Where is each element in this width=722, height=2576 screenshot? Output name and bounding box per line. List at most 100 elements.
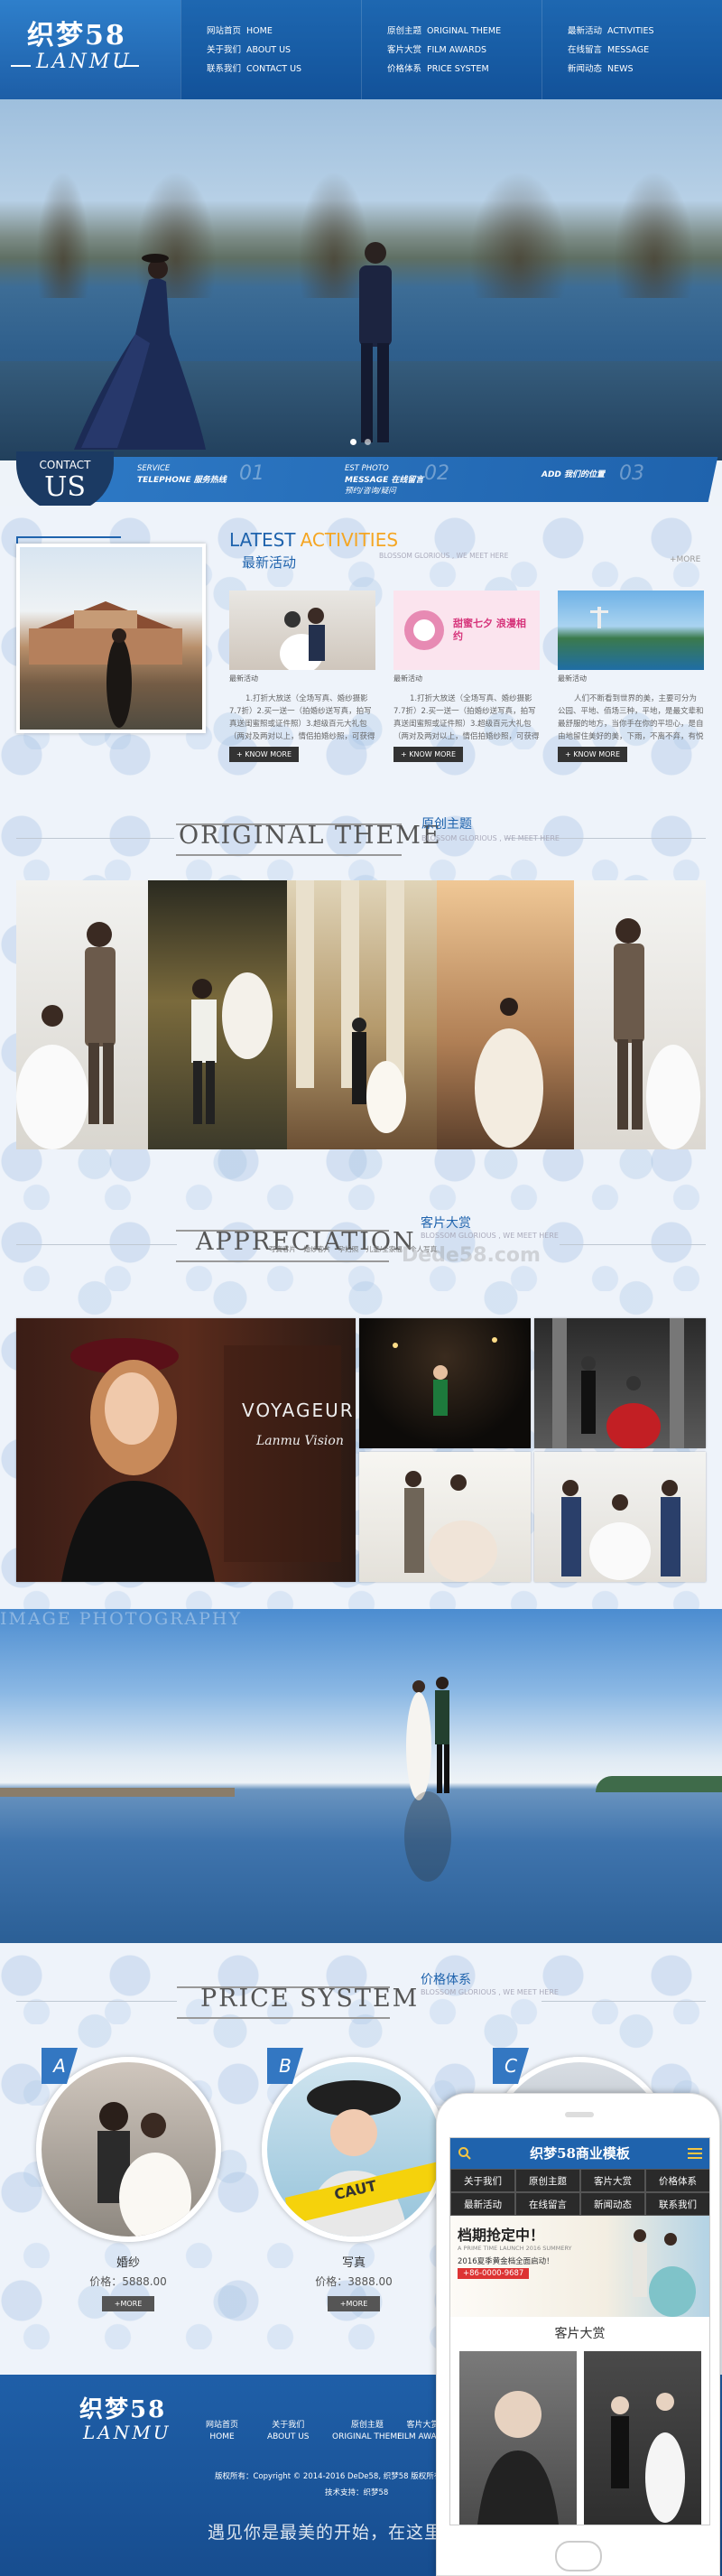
know-more-button[interactable]: + KNOW MORE	[393, 747, 464, 762]
contact-message[interactable]: EST PHOTO MESSAGE 在线留言 预约/咨询/疑问	[345, 464, 423, 496]
activities-main-photo[interactable]	[16, 544, 206, 733]
phone-header: 织梦58商业模板	[450, 2138, 709, 2169]
activity-card[interactable]: 甜蜜七夕 浪漫相约 最新活动 1.打折大放送（全场写真、婚纱摄影7.7折）2.买…	[393, 591, 540, 762]
slide-dot-active[interactable]	[350, 439, 356, 445]
theme-photo[interactable]	[16, 880, 148, 1149]
activity-tag: 最新活动	[393, 674, 422, 683]
contact-telephone[interactable]: SERVICE TELEPHONE 服务热线	[137, 464, 227, 485]
original-theme-cn: 原创主题	[421, 817, 472, 832]
phone-banner[interactable]: 档期抢定中！ A PRIME TIME LAUNCH 2016 SUMMERY …	[450, 2216, 709, 2317]
activity-card[interactable]: 最新活动 人们不断看到世界的美，主要可分为公园、平地、佰场三种，平地，是最文辈和…	[558, 591, 704, 762]
heading-rule	[542, 2001, 706, 2002]
nav-home[interactable]: 网站首页 HOME	[207, 22, 361, 41]
tab-wedding[interactable]: 婚纱客片	[303, 1245, 330, 1253]
activity-thumb	[229, 591, 375, 674]
appreciation-tabs: 写真客片 婚纱客片 孕妇照 儿童/全家福 个人写真	[269, 1244, 442, 1254]
appreciation-photo[interactable]	[359, 1318, 531, 1448]
appreciation-heading: APPRECIATION 客片大赏 BLOSSOM GLORIOUS , WE …	[0, 1212, 722, 1267]
price-heading: PRICE SYSTEM 价格体系 BLOSSOM GLORIOUS , WE …	[0, 1968, 722, 2023]
banner-couple	[633, 2229, 696, 2317]
price-more-button[interactable]: +MORE	[327, 2296, 381, 2311]
phone-gallery-photo[interactable]	[584, 2351, 701, 2525]
heading-rule	[16, 1244, 177, 1245]
phone-gallery-photo[interactable]	[459, 2351, 577, 2525]
hero-slider[interactable]	[0, 99, 722, 460]
footer-nav-about[interactable]: 关于我们 ABOUT US	[267, 2420, 310, 2443]
nav-original-theme[interactable]: 原创主题 ORIGINAL THEME	[387, 22, 542, 41]
price-card[interactable]: A 婚纱 价格：5888.00 +MORE	[20, 2048, 236, 2311]
tab-maternity[interactable]: 孕妇照	[338, 1245, 359, 1253]
phone-menu-about[interactable]: 关于我们	[450, 2169, 515, 2192]
couple-photo	[191, 972, 273, 1124]
couple-sitting	[97, 2102, 191, 2237]
contact-num-2: 02	[424, 462, 449, 485]
phone-home-button[interactable]	[555, 2541, 602, 2571]
activity-thumb: 甜蜜七夕 浪漫相约	[393, 591, 540, 670]
original-theme-sub: BLOSSOM GLORIOUS , WE MEET HERE	[421, 834, 560, 842]
phone-menu-original[interactable]: 原创主题	[515, 2169, 580, 2192]
banner-line: 2016夏季黄金档全面启动！	[458, 2257, 554, 2266]
activity-tag: 最新活动	[229, 674, 258, 683]
nav-activities[interactable]: 最新活动 ACTIVITIES	[568, 22, 722, 41]
price-sub: BLOSSOM GLORIOUS , WE MEET HERE	[421, 1988, 559, 1996]
wedding-couple	[561, 1480, 680, 1580]
red-gown-photo	[552, 1318, 684, 1450]
footer-tech-support: 技术支持：织梦58	[325, 2488, 389, 2497]
footer-logo-english: LANMU	[83, 2422, 171, 2443]
appreciation-main-photo[interactable]: VOYAGEUR Lanmu Vision	[16, 1318, 356, 1582]
phone-menu-price[interactable]: 价格体系	[645, 2169, 709, 2192]
activity-card[interactable]: 最新活动 1.打折大放送（全场写真、婚纱摄影7.7折）2.买一送一（拍婚纱送写真…	[229, 591, 375, 762]
logo-divider-left	[11, 65, 31, 67]
phone-menu-message[interactable]: 在线留言	[515, 2192, 580, 2216]
theme-photo[interactable]	[437, 880, 574, 1149]
nav-contact[interactable]: 联系我们 CONTACT US	[207, 60, 361, 79]
activities-more-link[interactable]: +MORE	[670, 555, 700, 564]
activity-desc: 1.打折大放送（全场写真、婚纱摄影7.7折）2.买一送一（拍婚纱送写真，拍写真送…	[393, 694, 540, 741]
pier	[0, 1788, 235, 1797]
bride-figure	[74, 254, 206, 450]
tab-family[interactable]: 儿童/全家福	[366, 1245, 403, 1253]
know-more-button[interactable]: + KNOW MORE	[229, 747, 300, 762]
appreciation-photo[interactable]	[534, 1318, 706, 1450]
nav-message[interactable]: 在线留言 MESSAGE	[568, 41, 722, 60]
theme-photo[interactable]	[574, 880, 706, 1149]
appreciation-photo[interactable]	[359, 1452, 531, 1582]
phone-menu-gallery[interactable]: 客片大赏	[580, 2169, 645, 2192]
footer-logo-chinese[interactable]: 织梦58	[79, 2391, 166, 2424]
activity-desc: 人们不断看到世界的美，主要可分为公园、平地、佰场三种，平地，是最文辈和最舒服的地…	[558, 694, 704, 741]
contact-address[interactable]: ADD 我们的位置	[542, 468, 605, 479]
appreciation-cn: 客片大赏	[421, 1216, 471, 1231]
activities-title: LATEST ACTIVITIES	[229, 529, 399, 551]
footer-copyright: 版权所有：Copyright © 2014-2016 DeDe58, 织梦58 …	[215, 2472, 442, 2481]
footer-nav-original-theme[interactable]: 原创主题 ORIGINAL THEME	[332, 2420, 403, 2443]
wedding-couple	[404, 1471, 497, 1582]
island	[596, 1776, 722, 1792]
tab-portrait[interactable]: 写真客片	[269, 1245, 296, 1253]
menu-icon[interactable]	[687, 2146, 703, 2161]
nav-price-system[interactable]: 价格体系 PRICE SYSTEM	[387, 60, 542, 79]
tree	[614, 172, 695, 298]
appreciation-photo[interactable]	[534, 1452, 706, 1582]
price-more-button[interactable]: +MORE	[101, 2296, 155, 2311]
nav-film-awards[interactable]: 客片大赏 FILM AWARDS	[387, 41, 542, 60]
voyageur-subtext: Lanmu Vision	[256, 1434, 344, 1448]
know-more-button[interactable]: + KNOW MORE	[558, 747, 628, 762]
theme-photo[interactable]	[148, 880, 287, 1149]
activity-tag: 最新活动	[558, 674, 587, 683]
logo-chinese[interactable]: 织梦58	[27, 13, 126, 52]
theme-photo[interactable]	[287, 880, 437, 1149]
slide-dot[interactable]	[365, 439, 371, 445]
tab-personal[interactable]: 个人写真	[410, 1245, 437, 1253]
bride-photo	[475, 998, 543, 1148]
phone-menu-news[interactable]: 新闻动态	[580, 2192, 645, 2216]
portrait-photo	[61, 1338, 341, 1582]
nav-about[interactable]: 关于我们 ABOUT US	[207, 41, 361, 60]
contact-num-3: 03	[619, 462, 644, 485]
phone-menu-activities[interactable]: 最新活动	[450, 2192, 515, 2216]
nav-news[interactable]: 新闻动态 NEWS	[568, 60, 722, 79]
footer-nav-home[interactable]: 网站首页 HOME	[206, 2420, 238, 2443]
price-card[interactable]: CAUT B 写真 价格：3888.00 +MORE	[245, 2048, 462, 2311]
tree	[469, 172, 569, 298]
phone-menu-contact[interactable]: 联系我们	[645, 2192, 709, 2216]
family-portrait	[611, 2393, 685, 2523]
